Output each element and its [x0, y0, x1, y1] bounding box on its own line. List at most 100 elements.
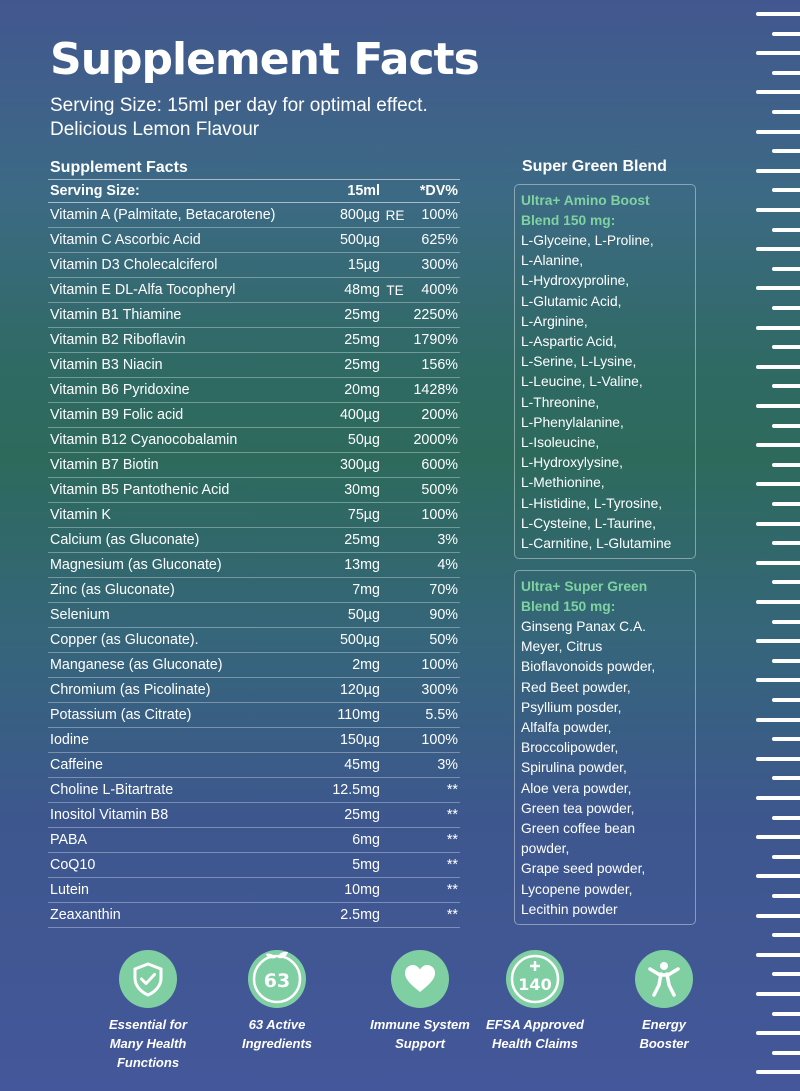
- blend-ingredient-line: L-Serine, L-Lysine,: [521, 354, 637, 370]
- leaf-63-icon: 63: [248, 950, 306, 1008]
- table-row: Copper (as Gluconate). 500µg 50%: [48, 628, 460, 653]
- blend-ingredient-line: L-Carnitine, L-Glutamine: [521, 536, 672, 552]
- amino-blend-ingredients: L-Glyceine, L-Proline, L-Alanine, L-Hydrox…: [521, 231, 689, 554]
- ruler-tick: [756, 404, 800, 408]
- table-row: Iodine 150µg 100%: [48, 728, 460, 753]
- nutrient-amount: 48mg: [344, 282, 380, 298]
- blend-ingredient-line: L-Leucine, L-Valine,: [521, 374, 643, 390]
- table-row: Potassium (as Citrate) 110mg 5.5%: [48, 703, 460, 728]
- ruler-tick: [756, 482, 800, 487]
- badge-label-line: Energy: [641, 1017, 687, 1032]
- nutrient-dv: 4%: [437, 557, 458, 573]
- ruler-tick: [756, 168, 800, 173]
- ruler-tick: [772, 188, 800, 193]
- blend-ingredient-line: Grape seed powder,: [521, 861, 646, 877]
- nutrient-amount: 25mg: [344, 807, 380, 823]
- nutrient-dv: 100%: [421, 732, 458, 748]
- nutrient-amount: 150µg: [339, 732, 380, 748]
- nutrient-name: Iodine: [50, 732, 89, 748]
- badge-label: Immune System Support: [360, 1015, 480, 1053]
- nutrient-name: Vitamin B2 Riboflavin: [50, 332, 186, 348]
- nutrient-name: Copper (as Gluconate).: [50, 632, 199, 648]
- nutrient-dv: 156%: [421, 357, 458, 373]
- table-row: Vitamin B12 Cyanocobalamin 50µg 2000%: [48, 428, 460, 453]
- super-green-blend-box: Ultra+ Super Green Blend 150 mg: Ginseng…: [514, 570, 696, 926]
- table-row: Vitamin D3 Cholecalciferol 15µg 300%: [48, 253, 460, 278]
- badge-label-line: Health Claims: [492, 1036, 578, 1051]
- nutrient-amount: 75µg: [347, 507, 380, 523]
- blend-ingredient-line: L-Aspartic Acid,: [521, 334, 617, 350]
- green-blend-title: Ultra+ Super Green Blend 150 mg:: [521, 577, 689, 617]
- table-row: Vitamin B6 Pyridoxine 20mg 1428%: [48, 378, 460, 403]
- amino-blend-title: Ultra+ Amino Boost Blend 150 mg:: [521, 191, 689, 231]
- nutrient-name: Zinc (as Gluconate): [50, 582, 175, 598]
- badge-label-line: Functions: [116, 1055, 180, 1070]
- ruler-tick: [772, 894, 800, 898]
- ruler-tick: [756, 443, 800, 448]
- table-row: Magnesium (as Gluconate) 13mg 4%: [48, 553, 460, 578]
- badge-label-line: Ingredients: [241, 1036, 313, 1051]
- subtitle-flavour-line: Delicious Lemon Flavour: [50, 119, 260, 140]
- ruler-tick: [756, 364, 800, 369]
- badge-icon-text: 63: [264, 970, 290, 992]
- badge-label: Energy Booster: [604, 1015, 724, 1053]
- ruler-tick: [772, 776, 800, 781]
- subtitle-serving-line: Serving Size: 15ml per day for optimal e…: [50, 95, 428, 116]
- ruler-tick: [756, 952, 800, 957]
- table-row: Vitamin C Ascorbic Acid 500µg 625%: [48, 228, 460, 253]
- badge-label-line: Immune System: [370, 1017, 470, 1032]
- ruler-tick: [756, 756, 800, 761]
- nutrient-dv: 625%: [421, 232, 458, 248]
- blend-ingredient-line: Ginseng Panax C.A.: [521, 619, 647, 634]
- nutrient-dv: 50%: [429, 632, 458, 648]
- blend-ingredient-line: L-Histidine, L-Tyrosine,: [521, 495, 663, 511]
- nutrient-name: Manganese (as Gluconate): [50, 657, 223, 673]
- ruler-tick: [772, 815, 800, 820]
- ruler-tick: [772, 149, 800, 154]
- nutrient-unit: RE: [385, 207, 405, 223]
- ruler-tick: [756, 1031, 800, 1036]
- table-row: Manganese (as Gluconate) 2mg 100%: [48, 653, 460, 678]
- badge-efsa-claims: 140 EFSA Approved Health Claims: [475, 950, 595, 1053]
- heart-icon: [391, 950, 449, 1008]
- nutrient-dv: 3%: [437, 757, 458, 773]
- ruler-tick: [772, 384, 800, 389]
- ruler-tick: [772, 972, 800, 977]
- nutrient-amount: 110mg: [337, 707, 380, 723]
- ruler-tick: [756, 325, 800, 330]
- ruler-tick: [756, 678, 800, 683]
- nutrient-name: Vitamin A (Palmitate, Betacarotene): [50, 207, 276, 223]
- nutrient-amount: 50µg: [347, 432, 380, 448]
- nutrient-unit: TE: [386, 282, 404, 298]
- nutrient-dv: **: [446, 907, 458, 923]
- ruler-tick: [756, 12, 800, 16]
- badge-label: Essential for Many Health Functions: [88, 1015, 208, 1072]
- ruler-tick: [756, 521, 800, 526]
- blend-ingredient-line: L-Cysteine, L-Taurine,: [521, 515, 656, 531]
- blend-ingredient-line: Green tea powder,: [521, 800, 635, 816]
- table-row: Vitamin B9 Folic acid 400µg 200%: [48, 403, 460, 428]
- nutrient-dv: 1428%: [413, 382, 458, 398]
- blend-ingredient-line: Lecithin powder: [521, 901, 618, 917]
- nutrient-amount: 500µg: [339, 232, 380, 248]
- ruler-tick: [756, 835, 800, 840]
- badge-active-ingredients: 63 63 Active Ingredients: [217, 950, 337, 1053]
- badge-energy-booster: Energy Booster: [604, 950, 724, 1053]
- blend-ingredient-line: Broccolipowder,: [521, 740, 619, 756]
- green-blend-title-line1: Ultra+ Super Green: [521, 579, 648, 594]
- nutrient-name: Lutein: [50, 882, 89, 898]
- nutrient-dv: **: [446, 832, 458, 848]
- nutrient-amount: 15µg: [347, 257, 380, 273]
- page-title: Supplement Facts: [50, 34, 480, 85]
- nutrient-amount: 12.5mg: [332, 782, 380, 798]
- badge-immune-support: Immune System Support: [360, 950, 480, 1053]
- nutrient-amount: 25mg: [344, 307, 380, 323]
- nutrient-name: Calcium (as Gluconate): [50, 532, 200, 548]
- green-blend-ingredients: Ginseng Panax C.A. Meyer, Citrus Bioflavon…: [521, 617, 689, 920]
- nutrient-amount: 45mg: [344, 757, 380, 773]
- nutrient-amount: 25mg: [344, 532, 380, 548]
- blend-ingredient-line: L-Isoleucine,: [521, 435, 600, 451]
- badge-label-line: Many Health: [109, 1036, 187, 1051]
- ruler-tick: [772, 1011, 800, 1016]
- nutrient-dv: 500%: [421, 482, 458, 498]
